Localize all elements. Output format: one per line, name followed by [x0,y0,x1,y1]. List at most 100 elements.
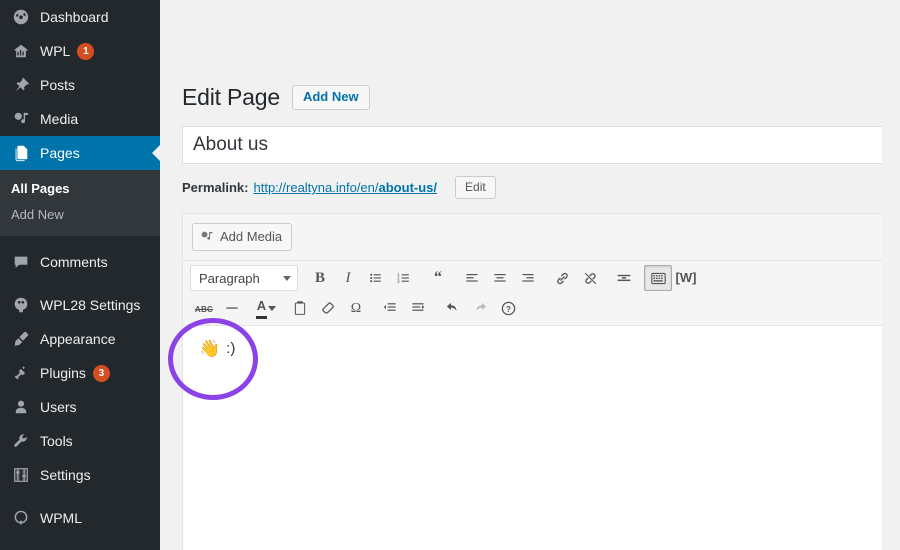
align-right-icon-button[interactable] [514,265,542,291]
sidebar-item-label: Users [40,399,77,415]
submenu-item-add-new[interactable]: Add New [0,202,160,228]
wrench-icon [11,431,31,451]
clear-formatting-icon [320,300,337,317]
page-header: Edit Page Add New [182,82,900,112]
post-title-field[interactable] [182,126,882,164]
sidebar-item-label: WPL [40,43,71,59]
sidebar-item-wpl28-settings[interactable]: WPL28 Settings [0,288,160,322]
chevron-down-icon [283,275,291,281]
sidebar-item-label: WPL28 Settings [40,297,141,313]
page-title: Edit Page [182,83,280,110]
sidebar-item-wpl[interactable]: WPL 1 [0,34,160,68]
align-center-icon-button[interactable] [486,265,514,291]
decrease-indent-icon-button[interactable] [376,295,404,321]
svg-text:3: 3 [397,279,400,284]
submenu-item-all-pages[interactable]: All Pages [0,176,160,202]
read-more-icon [616,270,632,286]
editor-paragraph: 👋 :) [199,338,882,360]
undo-icon-button[interactable] [438,295,466,321]
menu-separator [0,236,160,245]
paragraph-format-select[interactable]: Paragraph [190,265,298,291]
help-icon-button[interactable]: ? [494,295,522,321]
toolbar-row-1: Paragraph B I 1 2 3 “ [W] [187,263,878,293]
bulleted-list-icon-button[interactable] [362,265,390,291]
unlink-icon-button[interactable] [576,265,604,291]
help-icon: ? [500,300,517,317]
undo-icon [444,300,461,317]
paste-as-text-icon-button[interactable] [286,295,314,321]
comments-icon [11,252,31,272]
sidebar-item-settings[interactable]: Settings [0,458,160,492]
read-more-icon-button[interactable] [610,265,638,291]
decrease-indent-icon [382,300,398,316]
align-center-icon [492,270,508,286]
permalink-edit-button[interactable]: Edit [455,176,496,199]
strikethrough-icon-button[interactable]: ABC [190,295,218,321]
special-character-icon-button[interactable]: Ω [342,295,370,321]
sidebar-item-pages[interactable]: Pages [0,136,160,170]
editor-toolbar: Paragraph B I 1 2 3 “ [W] ABC A Ω? [183,260,882,325]
permalink-slug: about-us/ [378,180,438,195]
post-title-input[interactable] [193,133,872,157]
editor-content-area[interactable]: 👋 :) [183,325,882,550]
sidebar-item-wpml[interactable]: WPML [0,501,160,535]
horizontal-rule-icon [224,300,240,316]
media-icon [11,109,31,129]
numbered-list-icon-button[interactable]: 123 [390,265,418,291]
menu-separator [0,279,160,288]
media-buttons-bar: Add Media [183,214,882,260]
add-media-button[interactable]: Add Media [192,223,293,251]
text-color-icon-button[interactable]: A [252,295,280,321]
add-media-label: Add Media [220,229,283,244]
horizontal-rule-icon-button[interactable] [218,295,246,321]
italic-icon-button[interactable]: I [334,265,362,291]
sidebar-badge: 3 [92,364,110,382]
sidebar-item-appearance[interactable]: Appearance [0,322,160,356]
active-arrow-indicator [152,145,160,161]
add-new-button[interactable]: Add New [291,84,370,110]
sidebar-item-label: Media [40,111,79,127]
text-color-icon: A [256,297,276,319]
sidebar-item-media[interactable]: Media [0,102,160,136]
increase-indent-icon [410,300,426,316]
redo-icon-button [466,295,494,321]
editor-text-content: :) [226,340,236,357]
sidebar-item-label: Posts [40,77,76,93]
permalink-label: Permalink: [182,180,249,195]
link-icon-button[interactable] [548,265,576,291]
sidebar-item-label: Pages [40,145,80,161]
sidebar-item-label: WPML [40,510,82,526]
wpl-icon [11,41,31,61]
wpml-icon: [W] [675,270,697,285]
paragraph-format-value: Paragraph [199,270,260,286]
editor-panel: Add Media Paragraph B I 1 2 3 “ [W] ABC A Ω? [182,213,882,550]
bold-icon-button[interactable]: B [306,265,334,291]
increase-indent-icon-button[interactable] [404,295,432,321]
align-left-icon-button[interactable] [458,265,486,291]
blockquote-icon-button[interactable]: “ [424,265,452,291]
sidebar-item-users[interactable]: Users [0,390,160,424]
sidebar-item-tools[interactable]: Tools [0,424,160,458]
permalink-url[interactable]: http://realtyna.info/en/about-us/ [253,180,437,195]
unlink-icon [582,270,599,287]
permalink-row: Permalink: http://realtyna.info/en/about… [182,176,900,199]
wpl-settings-icon [11,295,31,315]
sidebar-item-label: Comments [40,254,108,270]
sidebar-item-dashboard[interactable]: Dashboard [0,0,160,34]
wpml-icon [11,508,31,528]
wpml-icon-button[interactable]: [W] [672,265,700,291]
sidebar-item-comments[interactable]: Comments [0,245,160,279]
sidebar-item-plugins[interactable]: Plugins 3 [0,356,160,390]
sidebar-item-posts[interactable]: Posts [0,68,160,102]
toolbar-toggle-icon-button[interactable] [644,265,672,291]
redo-icon [472,300,489,317]
waving-hand-emoji: 👋 [199,339,221,358]
pages-icon [11,143,31,163]
sidebar-item-label: Appearance [40,331,116,347]
toolbar-row-2: ABC A Ω? [187,293,878,323]
dashboard-icon [11,7,31,27]
link-icon [554,270,571,287]
special-character-icon: Ω [350,301,362,316]
clear-formatting-icon-button[interactable] [314,295,342,321]
strikethrough-icon: ABC [194,305,214,314]
